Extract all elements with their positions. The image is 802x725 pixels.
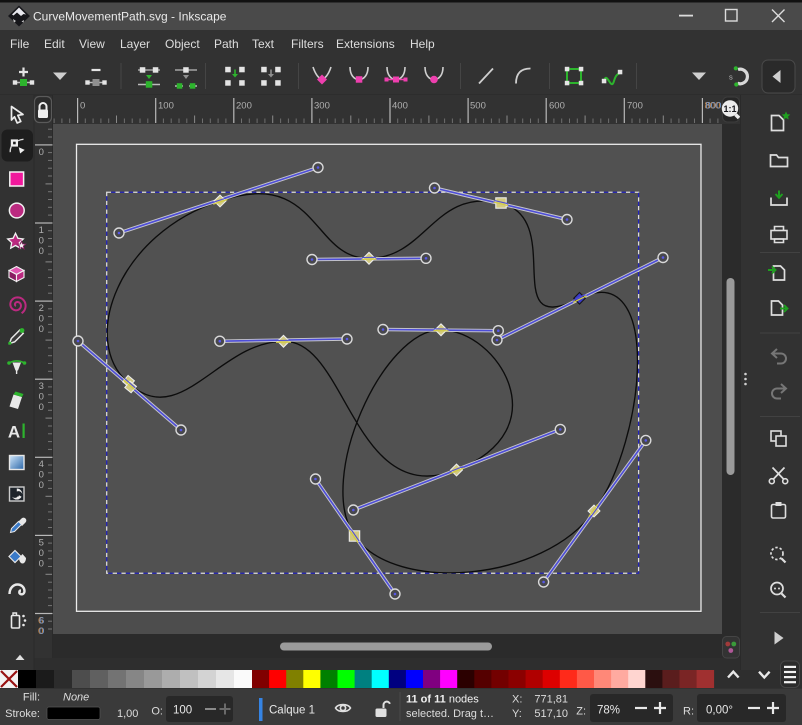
- svg-text:Object: Object: [165, 37, 200, 51]
- svg-text:Z:: Z:: [576, 706, 586, 718]
- svg-text:400: 400: [392, 101, 408, 112]
- svg-text:0: 0: [39, 246, 44, 257]
- svg-text:100: 100: [173, 705, 192, 717]
- svg-text:View: View: [79, 37, 105, 51]
- svg-text:0: 0: [39, 626, 44, 637]
- svg-text:0: 0: [39, 147, 44, 158]
- svg-text:CurveMovementPath.svg - Inksca: CurveMovementPath.svg - Inkscape: [33, 10, 227, 24]
- svg-text:800: 800: [706, 101, 722, 112]
- svg-text:Extensions: Extensions: [336, 37, 395, 51]
- svg-text:Edit: Edit: [44, 37, 65, 51]
- svg-text:517,10: 517,10: [534, 708, 568, 720]
- svg-text:200: 200: [236, 101, 252, 112]
- svg-text:771,81: 771,81: [534, 694, 568, 706]
- svg-text:Help: Help: [410, 37, 435, 51]
- svg-text:O:: O:: [151, 706, 163, 718]
- svg-text:selected. Drag t…: selected. Drag t…: [406, 708, 494, 720]
- svg-text:0,00°: 0,00°: [706, 705, 733, 717]
- svg-text:6: 6: [39, 615, 44, 626]
- svg-text:s: s: [729, 73, 733, 82]
- svg-text:0: 0: [39, 314, 44, 325]
- svg-text:Y:: Y:: [512, 708, 522, 720]
- svg-text:Path: Path: [214, 37, 239, 51]
- svg-text:78%: 78%: [597, 705, 620, 717]
- svg-text:R:: R:: [683, 706, 694, 718]
- svg-text:File: File: [10, 37, 30, 51]
- svg-text:0: 0: [39, 548, 44, 559]
- svg-text:100: 100: [158, 101, 174, 112]
- svg-text:0: 0: [39, 235, 44, 246]
- svg-text:1,00: 1,00: [117, 708, 138, 720]
- svg-text:0: 0: [39, 402, 44, 413]
- svg-text:1: 1: [39, 225, 44, 236]
- svg-text:0: 0: [39, 324, 44, 335]
- svg-text:3: 3: [39, 381, 44, 392]
- svg-text:11 of 11 nodes: 11 of 11 nodes: [406, 694, 479, 706]
- svg-text:A: A: [8, 423, 20, 442]
- svg-text:X:: X:: [512, 694, 522, 706]
- svg-text:4: 4: [39, 459, 44, 470]
- svg-text:Fill:: Fill:: [23, 692, 40, 704]
- svg-text:300: 300: [314, 101, 330, 112]
- svg-text:700: 700: [627, 101, 643, 112]
- svg-text:0: 0: [39, 392, 44, 403]
- svg-text:0: 0: [80, 101, 85, 112]
- svg-text:Layer: Layer: [120, 37, 150, 51]
- svg-text:0: 0: [39, 470, 44, 481]
- svg-text:5: 5: [39, 537, 44, 548]
- svg-text:2: 2: [39, 303, 44, 314]
- svg-text:None: None: [63, 692, 89, 704]
- svg-text:600: 600: [549, 101, 565, 112]
- svg-text:Text: Text: [252, 37, 275, 51]
- svg-text:0: 0: [39, 558, 44, 569]
- svg-text:Calque 1: Calque 1: [269, 705, 315, 717]
- svg-text:1:1: 1:1: [723, 104, 736, 114]
- svg-text:Stroke:: Stroke:: [5, 708, 40, 720]
- svg-text:Filters: Filters: [291, 37, 324, 51]
- svg-text:500: 500: [470, 101, 486, 112]
- svg-text:0: 0: [39, 480, 44, 491]
